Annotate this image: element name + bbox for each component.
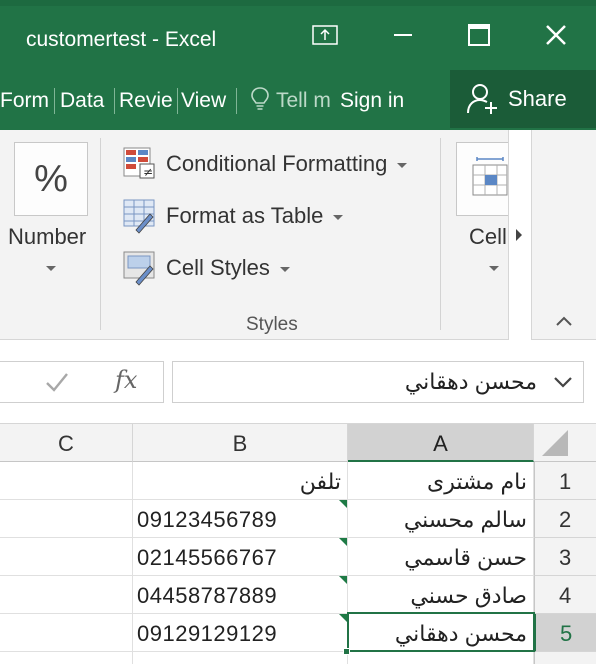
number-as-text-indicator [339,576,347,584]
title-bar-top-strip [0,0,596,6]
format-as-table-icon [123,199,155,234]
cell-styles-button[interactable]: Cell Styles [122,248,290,288]
ribbon-separator [100,138,101,330]
tab-data[interactable]: Data [60,86,110,116]
check-icon[interactable] [44,370,70,394]
column-header-a[interactable]: A [348,424,534,462]
chevron-down-icon[interactable] [553,375,573,389]
maximize-button[interactable] [457,18,501,52]
chevron-down-icon [397,162,408,168]
row-header-4[interactable]: 4 [534,576,596,614]
collapse-ribbon-icon[interactable] [554,314,574,328]
cell-b5[interactable]: 09129129129 [133,614,348,652]
cell-b4[interactable]: 04458787889 [133,576,348,614]
conditional-formatting-icon: ≠ [123,147,155,179]
cell-b6[interactable] [133,652,348,664]
insert-function-button[interactable]: fx [115,366,137,394]
tab-formulas[interactable]: Form [0,86,51,116]
tell-me-label: Tell me [276,89,330,112]
close-icon [546,25,566,45]
cell-c5[interactable] [0,614,133,652]
chevron-down-icon [279,266,290,272]
add-person-icon [467,84,497,114]
cells-dropdown-caret[interactable] [489,266,499,271]
minimize-button[interactable] [381,18,425,52]
number-as-text-indicator [339,500,347,508]
cell-b1[interactable]: تلفن [133,462,348,500]
cell-value: 09129129129 [137,621,278,646]
number-as-text-indicator [339,538,347,546]
number-group-label[interactable]: Number [8,224,86,250]
format-as-table-button[interactable]: Format as Table [122,196,344,236]
cell-value: 04458787889 [137,583,278,608]
minimize-icon [394,34,412,36]
cell-value: 02145566767 [137,545,278,570]
cell-b2[interactable]: 09123456789 [133,500,348,538]
number-as-text-indicator [339,614,347,622]
window-title: customertest - Excel [26,28,217,51]
lightbulb-icon [251,87,269,110]
select-all-corner[interactable] [534,424,596,462]
insert-cells-icon [472,157,508,196]
cell-c3[interactable] [0,538,133,576]
row-header-5[interactable]: 5 [534,614,596,652]
cell-styles-label: Cell Styles [166,255,270,280]
cell-a4[interactable]: صادق حسني [348,576,534,614]
ribbon-display-icon [312,25,338,45]
cell-a6[interactable] [348,652,534,664]
cell-a3[interactable]: حسن قاسمي [348,538,534,576]
chevron-right-icon[interactable] [516,229,522,241]
tab-divider [236,88,237,114]
fill-handle[interactable] [343,648,350,655]
formula-value: محسن دهقاني [404,369,537,394]
cell-a5[interactable]: محسن دهقاني [348,614,534,652]
tell-me-search[interactable]: Tell me [250,86,330,116]
cell-a1[interactable]: نام مشتری [348,462,534,500]
cell-c2[interactable] [0,500,133,538]
close-button[interactable] [534,18,578,52]
maximize-icon [468,24,490,46]
svg-text:≠: ≠ [143,165,153,179]
worksheet-grid: C B A تلفن نام مشتری 1 09123456789 سالم … [0,424,596,664]
column-header-c[interactable]: C [0,424,133,462]
share-label: Share [508,86,567,111]
cell-c1[interactable] [0,462,133,500]
formula-bar: fx محسن دهقاني [0,340,596,424]
styles-group-label: Styles [246,314,298,335]
title-bar: customertest - Excel [0,0,596,72]
cell-styles-icon [123,251,155,286]
percent-icon: % [34,157,68,200]
cell-c4[interactable] [0,576,133,614]
cell-value: 09123456789 [137,507,278,532]
select-all-triangle [542,430,568,456]
cell-c6[interactable] [0,652,133,664]
ribbon-panel: % Number ≠ Conditional Formatting Format… [0,130,596,340]
column-header-b[interactable]: B [133,424,348,462]
cells-group-label[interactable]: Cell [469,224,507,250]
tab-divider [114,88,115,114]
formula-input[interactable]: محسن دهقاني [172,361,584,403]
cell-b3[interactable]: 02145566767 [133,538,348,576]
tab-divider [177,88,178,114]
number-format-button[interactable]: % [14,142,88,216]
row-header-6[interactable] [534,652,596,664]
insert-cells-button[interactable] [456,142,508,216]
conditional-formatting-button[interactable]: ≠ Conditional Formatting [122,144,408,184]
number-dropdown-caret[interactable] [46,266,56,271]
row-header-3[interactable]: 3 [534,538,596,576]
cell-a2[interactable]: سالم محسني [348,500,534,538]
ribbon-display-options-button[interactable] [303,18,347,52]
row-header-1[interactable]: 1 [534,462,596,500]
tab-review[interactable]: Revie [119,86,175,116]
row-header-2[interactable]: 2 [534,500,596,538]
share-button[interactable]: Share [450,70,596,128]
sign-in-link[interactable]: Sign in [340,86,404,116]
chevron-down-icon [333,214,344,220]
format-as-table-label: Format as Table [166,203,324,228]
tab-divider [54,88,55,114]
conditional-formatting-label: Conditional Formatting [166,151,388,176]
ribbon-separator [440,138,441,330]
formula-buttons: fx [0,361,164,403]
tab-view[interactable]: View [181,86,233,116]
